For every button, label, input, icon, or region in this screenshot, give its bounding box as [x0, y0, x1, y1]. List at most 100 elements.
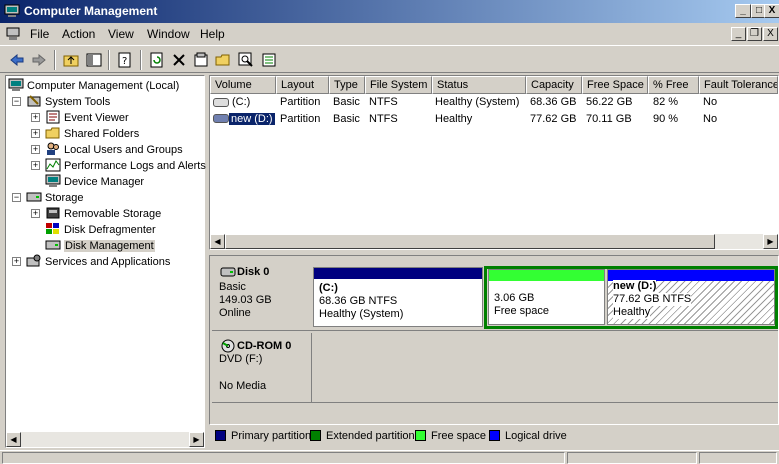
cdrom-media: No Media — [219, 380, 267, 392]
expander-services-and-applications[interactable]: + — [12, 257, 21, 266]
help-icon[interactable] — [192, 51, 210, 69]
column-header-capacity[interactable]: Capacity — [526, 76, 582, 94]
menu-help[interactable]: Help — [200, 27, 225, 41]
extended-partition[interactable]: 3.06 GB Free space new (D:) 77.62 GB NTF… — [484, 266, 778, 329]
tree-item-services-and-applications[interactable]: Services and Applications — [26, 254, 170, 270]
disk-management-icon — [45, 240, 61, 250]
column-header-percent-free[interactable]: % Free — [648, 76, 699, 94]
tree-item-computer-management[interactable]: Computer Management (Local) — [8, 78, 179, 94]
legend-swatch — [489, 430, 500, 441]
cell-status: Healthy — [435, 113, 473, 125]
cdrom-drive: DVD (F:) — [219, 353, 263, 365]
export-icon[interactable] — [260, 51, 278, 69]
column-header-status[interactable]: Status — [432, 76, 526, 94]
cdrom-0-row[interactable]: CD-ROM 0 DVD (F:) No Media — [212, 333, 778, 403]
tree-item-label: Local Users and Groups — [64, 144, 183, 156]
expander-performance-logs[interactable]: + — [31, 161, 40, 170]
scroll-right-button[interactable]: ▶ — [189, 432, 204, 447]
tree-item-label: System Tools — [45, 96, 111, 108]
tools-icon — [27, 95, 41, 107]
partition-d[interactable]: new (D:) 77.62 GB NTFS Healthy — [607, 269, 775, 325]
legend-label: Primary partition — [231, 430, 312, 442]
tree-item-removable-storage[interactable]: Removable Storage — [45, 206, 161, 222]
expander-removable-storage[interactable]: + — [31, 209, 40, 218]
tree-item-system-tools[interactable]: System Tools — [26, 94, 110, 110]
child-restore-button[interactable]: ❐ — [747, 27, 762, 41]
disk-state: Online — [219, 307, 251, 319]
partition-status: Healthy (System) — [319, 308, 404, 320]
expander-system-tools[interactable]: − — [12, 97, 21, 106]
column-header-type[interactable]: Type — [329, 76, 365, 94]
column-header-free-space[interactable]: Free Space — [582, 76, 648, 94]
legend-swatch — [215, 430, 226, 441]
partition-size: 77.62 GB NTFS — [613, 293, 692, 306]
close-button[interactable]: X — [764, 4, 779, 18]
disk-type: Basic — [219, 281, 246, 293]
selected-volume-label: new (D:) — [229, 113, 275, 125]
scroll-left-button[interactable]: ◀ — [6, 432, 21, 447]
partition-c[interactable]: (C:) 68.36 GB NTFS Healthy (System) — [313, 267, 483, 327]
menu-action[interactable]: Action — [62, 27, 95, 41]
child-close-button[interactable]: X — [763, 27, 778, 41]
tree-item-device-manager[interactable]: Device Manager — [45, 174, 144, 190]
column-header-volume[interactable]: Volume — [210, 76, 276, 94]
expander-storage[interactable]: − — [12, 193, 21, 202]
divider — [311, 333, 312, 403]
forward-icon[interactable] — [30, 51, 48, 69]
column-header-layout[interactable]: Layout — [276, 76, 329, 94]
cell-percent-free: 82 % — [653, 96, 679, 108]
child-minimize-button[interactable]: _ — [731, 27, 746, 41]
column-header-file-system[interactable]: File System — [365, 76, 432, 94]
list-horizontal-scrollbar[interactable]: ◀ ▶ — [210, 234, 778, 249]
delete-icon[interactable] — [170, 51, 188, 69]
cell-layout: Partition — [280, 113, 321, 125]
volume-list[interactable]: Volume Layout Type File System Status Ca… — [209, 75, 779, 250]
scroll-left-button[interactable]: ◀ — [210, 234, 225, 249]
legend-label: Free space — [431, 430, 487, 442]
defragmenter-icon — [46, 223, 59, 234]
legend-swatch — [415, 430, 426, 441]
column-header-fault-tolerance[interactable]: Fault Tolerance — [699, 76, 778, 94]
legend-label: Logical drive — [505, 430, 567, 442]
properties-icon[interactable]: ? — [116, 51, 134, 69]
disk-0-row[interactable]: Disk 0 Basic 149.03 GB Online (C:) 68.36… — [212, 258, 778, 331]
tree-item-performance-logs[interactable]: Performance Logs and Alerts — [45, 158, 206, 174]
minimize-button[interactable]: _ — [735, 4, 751, 18]
tree-item-event-viewer[interactable]: Event Viewer — [45, 110, 129, 126]
open-icon[interactable] — [214, 51, 232, 69]
cell-volume: new (D:) — [229, 111, 275, 127]
expander-local-users[interactable]: + — [31, 145, 40, 154]
toolbar-separator — [54, 50, 56, 70]
partition-size: 68.36 GB NTFS — [319, 295, 398, 307]
disk-size: 149.03 GB — [219, 294, 272, 306]
tree-item-shared-folders[interactable]: Shared Folders — [45, 126, 139, 142]
expander-event-viewer[interactable]: + — [31, 113, 40, 122]
show-hide-tree-icon[interactable] — [85, 51, 103, 69]
tree-item-disk-defragmenter[interactable]: Disk Defragmenter — [45, 222, 156, 238]
toolbar-separator — [108, 50, 110, 70]
tree-item-disk-management[interactable]: Disk Management — [45, 238, 155, 254]
menu-view[interactable]: View — [108, 27, 134, 41]
back-icon[interactable] — [8, 51, 26, 69]
title-bar: Computer Management _ □ X — [0, 0, 779, 23]
cell-free-space: 56.22 GB — [586, 96, 633, 108]
refresh-icon[interactable] — [148, 51, 166, 69]
search-icon[interactable] — [237, 51, 255, 69]
services-icon — [26, 254, 41, 267]
partition-title: new (D:) — [613, 280, 657, 293]
scroll-thumb[interactable] — [225, 234, 715, 249]
up-icon[interactable] — [62, 51, 80, 69]
scroll-right-button[interactable]: ▶ — [763, 234, 778, 249]
legend-free-space: Free space — [415, 430, 486, 442]
tree-horizontal-scrollbar[interactable]: ◀ ▶ — [6, 432, 204, 447]
free-space-region[interactable]: 3.06 GB Free space — [488, 269, 605, 325]
tree-item-storage[interactable]: Storage — [26, 190, 84, 206]
tree-item-local-users-and-groups[interactable]: Local Users and Groups — [45, 142, 183, 158]
menu-window[interactable]: Window — [147, 27, 190, 41]
menu-file[interactable]: File — [30, 27, 49, 41]
partition-size: 3.06 GB — [494, 292, 535, 304]
tree-item-label: Disk Management — [64, 240, 155, 252]
console-tree[interactable]: Computer Management (Local) − System Too… — [5, 75, 206, 448]
expander-shared-folders[interactable]: + — [31, 129, 40, 138]
status-cell-main — [2, 452, 565, 464]
